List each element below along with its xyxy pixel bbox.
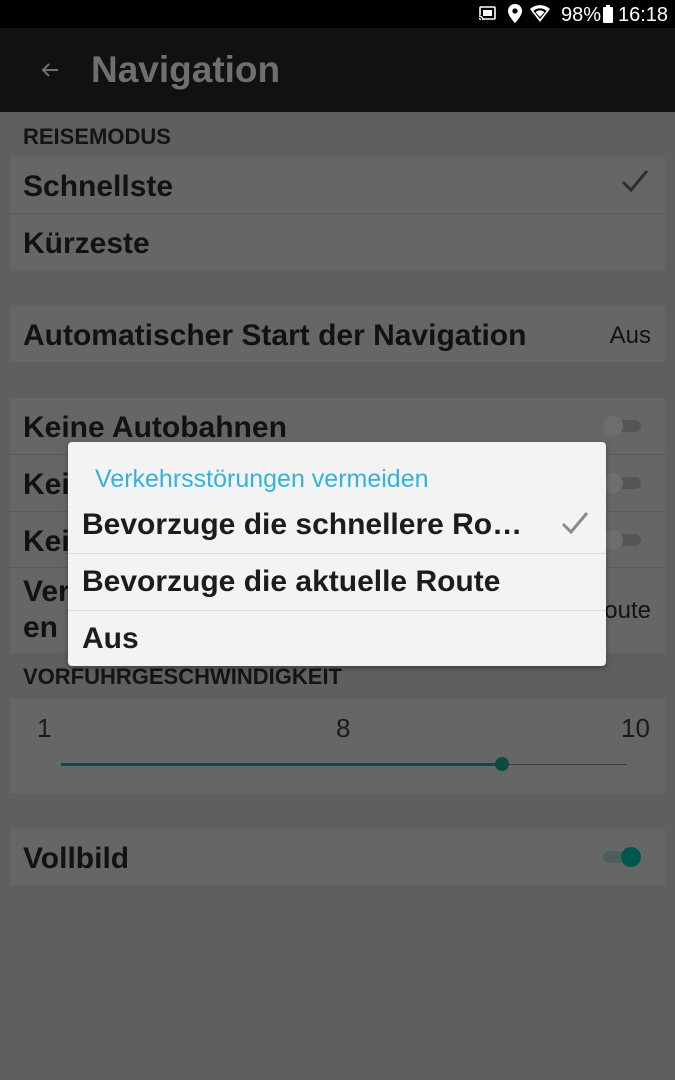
dialog-option-label: Bevorzuge die aktuelle Route bbox=[82, 565, 501, 598]
avoid-option-toggle-3[interactable] bbox=[603, 530, 641, 550]
avoid-option-toggle-2[interactable] bbox=[603, 473, 641, 493]
section-header-reisemodus: REISEMODUS bbox=[23, 124, 171, 149]
slider-max-label: 10 bbox=[621, 713, 650, 743]
page-title: Navigation bbox=[91, 49, 281, 90]
slider-current-label: 8 bbox=[336, 713, 351, 743]
dialog-option-label: Aus bbox=[82, 622, 139, 655]
checkmark-icon bbox=[561, 512, 589, 535]
auto-start-label: Automatischer Start der Navigation bbox=[23, 319, 527, 352]
avoid-traffic-label-line1: Ver bbox=[23, 575, 70, 608]
avoid-traffic-dialog: Verkehrsstörungen vermeiden Bevorzuge di… bbox=[68, 442, 606, 666]
demo-speed-slider[interactable]: 1 8 10 bbox=[10, 699, 665, 793]
avoid-motorways-toggle[interactable] bbox=[603, 416, 641, 436]
cast-icon bbox=[479, 6, 496, 20]
arrow-left-icon[interactable] bbox=[38, 58, 62, 82]
location-icon bbox=[508, 4, 522, 23]
section-header-demo-speed: VORFUHRGESCHWINDIGKEIT bbox=[23, 664, 342, 689]
auto-start-navigation-row[interactable]: Automatischer Start der Navigation Aus bbox=[10, 306, 665, 362]
travel-mode-option-fastest[interactable]: Schnellste bbox=[10, 157, 665, 213]
slider-track-filled bbox=[61, 763, 503, 766]
avoid-option-label-3: Kei bbox=[23, 525, 70, 558]
option-label: Schnellste bbox=[23, 170, 174, 203]
avoid-traffic-value: oute bbox=[604, 597, 651, 624]
auto-start-value: Aus bbox=[609, 322, 651, 349]
dialog-title: Verkehrsstörungen vermeiden bbox=[95, 465, 429, 493]
slider-thumb[interactable] bbox=[495, 757, 509, 771]
fullscreen-toggle[interactable] bbox=[603, 847, 641, 867]
status-bar: 98% 16:18 bbox=[0, 0, 675, 28]
wifi-icon bbox=[530, 5, 550, 22]
battery-percent: 98% bbox=[561, 4, 602, 26]
fullscreen-label: Vollbild bbox=[23, 842, 130, 875]
slider-track-empty bbox=[503, 764, 627, 765]
dialog-option-current-route[interactable]: Bevorzuge die aktuelle Route bbox=[68, 554, 606, 610]
fullscreen-row[interactable]: Vollbild bbox=[10, 829, 665, 885]
avoid-motorways-label: Keine Autobahnen bbox=[23, 411, 287, 444]
clock: 16:18 bbox=[618, 4, 669, 26]
slider-min-label: 1 bbox=[37, 713, 52, 743]
option-label: Kürzeste bbox=[23, 227, 150, 260]
avoid-traffic-label-line2: en bbox=[23, 611, 59, 644]
travel-mode-group: Schnellste Kürzeste bbox=[10, 157, 665, 270]
avoid-option-label-2: Kei bbox=[23, 468, 70, 501]
checkmark-icon bbox=[621, 170, 649, 193]
dialog-option-off[interactable]: Aus bbox=[68, 611, 606, 667]
travel-mode-option-shortest[interactable]: Kürzeste bbox=[10, 214, 665, 270]
app-bar: Navigation bbox=[0, 28, 675, 112]
dialog-option-faster-route[interactable]: Bevorzuge die schnellere Route bbox=[68, 497, 606, 553]
dialog-option-label: Bevorzuge die schnellere Route bbox=[82, 508, 532, 541]
battery-icon bbox=[603, 5, 613, 23]
